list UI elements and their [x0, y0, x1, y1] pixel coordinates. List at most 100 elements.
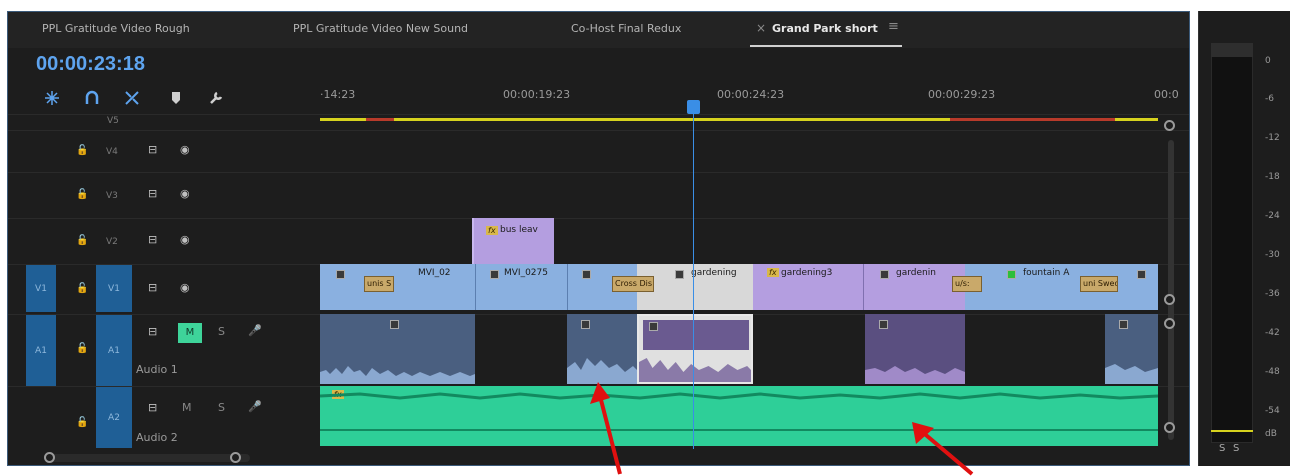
- lock-icon[interactable]: 🔓: [76, 283, 88, 294]
- meter-bar: [1211, 43, 1253, 443]
- zoom-handle[interactable]: [1164, 294, 1175, 305]
- tab-grand-park-short[interactable]: Grand Park short: [772, 22, 878, 35]
- tab-cohost-final-redux[interactable]: Co-Host Final Redux: [571, 22, 681, 35]
- video-clip-gardening[interactable]: gardening: [637, 264, 753, 310]
- fx-icon: [1007, 270, 1016, 279]
- clip-name: bus leav: [500, 225, 538, 235]
- tab-ppl-gratitude-new-sound[interactable]: PPL Gratitude Video New Sound: [293, 22, 468, 35]
- waveform: [865, 366, 965, 384]
- fx-badge: fx: [486, 226, 498, 235]
- eye-icon[interactable]: ◉: [180, 233, 190, 246]
- playhead-line: [693, 114, 694, 449]
- solo-button-a1[interactable]: S: [218, 325, 225, 338]
- transition-cross-dissolve[interactable]: Cross Dis: [612, 276, 654, 292]
- video-clip-fountain-a[interactable]: fountain A: [965, 264, 1158, 310]
- lock-icon[interactable]: 🔓: [76, 145, 88, 156]
- video-clip-bus-leaving[interactable]: fx bus leav: [472, 218, 554, 264]
- audio-clip-a1[interactable]: [1105, 314, 1158, 384]
- wrench-icon[interactable]: [206, 90, 226, 110]
- sync-lock-icon[interactable]: ⊟: [148, 233, 157, 246]
- audio-clip-a2[interactable]: fx: [320, 386, 1158, 446]
- mute-button-a1[interactable]: M: [178, 323, 202, 343]
- waveform: [320, 392, 1158, 431]
- sync-lock-icon[interactable]: ⊟: [148, 143, 157, 156]
- video-clip-gardening3[interactable]: fx gardening3: [753, 264, 863, 310]
- marker-icon[interactable]: [166, 90, 186, 110]
- track-target-a2[interactable]: A2: [96, 387, 132, 448]
- annotation-arrow: [590, 382, 622, 475]
- video-clip-mvi-0275[interactable]: MVI_0275: [475, 264, 567, 310]
- ruler-label: 00:00:29:23: [928, 88, 996, 101]
- sync-lock-icon[interactable]: ⊟: [148, 187, 157, 200]
- tab-ppl-gratitude-rough[interactable]: PPL Gratitude Video Rough: [42, 22, 190, 35]
- timeline-tracks-area[interactable]: fx bus leav MVI_02 MVI_0275 gardening fx: [320, 130, 1158, 448]
- sync-lock-icon[interactable]: ⊟: [148, 281, 157, 294]
- track-row-v5: V5: [8, 114, 1189, 128]
- clip-name: MVI_0275: [504, 268, 548, 278]
- mute-button-a2[interactable]: M: [182, 401, 192, 414]
- close-tab-icon[interactable]: ×: [756, 21, 766, 35]
- solo-button-a2[interactable]: S: [218, 401, 225, 414]
- fx-icon: [879, 320, 888, 329]
- eye-icon[interactable]: ◉: [180, 143, 190, 156]
- fx-icon: [1119, 320, 1128, 329]
- magnet-icon[interactable]: [82, 90, 102, 110]
- annotation-arrow: [912, 422, 974, 476]
- ruler-label: 00:00:19:23: [503, 88, 571, 101]
- video-clip-gardenin[interactable]: gardenin: [863, 264, 965, 310]
- eye-icon[interactable]: ◉: [180, 281, 190, 294]
- solo-left-button[interactable]: S: [1219, 443, 1225, 454]
- source-patch-a1[interactable]: A1: [26, 315, 56, 386]
- fx-icon: [675, 270, 684, 279]
- microphone-icon[interactable]: 🎤: [248, 400, 262, 413]
- audio-clip-a1[interactable]: [320, 314, 475, 384]
- lock-icon[interactable]: 🔓: [76, 417, 88, 428]
- zoom-handle[interactable]: [230, 452, 241, 463]
- transition-unis[interactable]: unis S: [364, 276, 394, 292]
- microphone-icon[interactable]: 🎤: [248, 324, 262, 337]
- zoom-handle[interactable]: [44, 452, 55, 463]
- solo-right-button[interactable]: S: [1233, 443, 1239, 454]
- fx-icon: [336, 270, 345, 279]
- transition-us[interactable]: u/s:: [952, 276, 982, 292]
- snap-icon[interactable]: [42, 90, 62, 110]
- source-patch-v1[interactable]: V1: [26, 265, 56, 312]
- ruler-label: 00:0: [1154, 88, 1179, 101]
- lock-icon[interactable]: 🔓: [76, 343, 88, 354]
- video-clip-mvi-02[interactable]: MVI_02: [320, 264, 475, 310]
- fx-icon: [390, 320, 399, 329]
- playhead-handle[interactable]: [687, 100, 700, 114]
- clip-name: gardenin: [896, 268, 936, 278]
- zoom-handle[interactable]: [1164, 120, 1175, 131]
- zoom-handle[interactable]: [1164, 318, 1175, 329]
- vertical-zoom-bar[interactable]: [1168, 140, 1174, 440]
- audio-clip-a1[interactable]: [865, 314, 965, 384]
- premiere-timeline-screenshot: PPL Gratitude Video Rough PPL Gratitude …: [0, 0, 1290, 476]
- lock-icon[interactable]: 🔓: [76, 235, 88, 246]
- track-target-a1[interactable]: A1: [96, 315, 132, 386]
- track-name-audio-1[interactable]: Audio 1: [136, 363, 178, 376]
- sync-lock-icon[interactable]: ⊟: [148, 401, 157, 414]
- sync-lock-icon[interactable]: ⊟: [148, 325, 157, 338]
- track-name-audio-2[interactable]: Audio 2: [136, 431, 178, 444]
- tab-menu-icon[interactable]: ≡: [888, 19, 899, 34]
- clip-name: gardening3: [781, 268, 833, 278]
- db-label: -24: [1265, 211, 1280, 221]
- track-target-v1[interactable]: V1: [96, 265, 132, 312]
- eye-icon[interactable]: ◉: [180, 187, 190, 200]
- clip-name: fountain A: [1023, 268, 1070, 278]
- playhead-timecode[interactable]: 00:00:23:18: [36, 53, 145, 76]
- db-label: -42: [1265, 328, 1280, 338]
- lock-icon[interactable]: 🔓: [76, 189, 88, 200]
- linked-selection-icon[interactable]: [122, 90, 142, 110]
- fx-icon: [880, 270, 889, 279]
- zoom-handle[interactable]: [1164, 422, 1175, 433]
- transition-uni-swed[interactable]: uni Swed: [1080, 276, 1118, 292]
- track-label-v2: V2: [106, 237, 118, 247]
- track-label-v4: V4: [106, 147, 118, 157]
- db-label: -30: [1265, 250, 1280, 260]
- timeline-toolbar: [42, 90, 302, 112]
- db-label: 0: [1265, 56, 1271, 66]
- horizontal-zoom-bar[interactable]: [50, 454, 250, 462]
- db-label: -12: [1265, 133, 1280, 143]
